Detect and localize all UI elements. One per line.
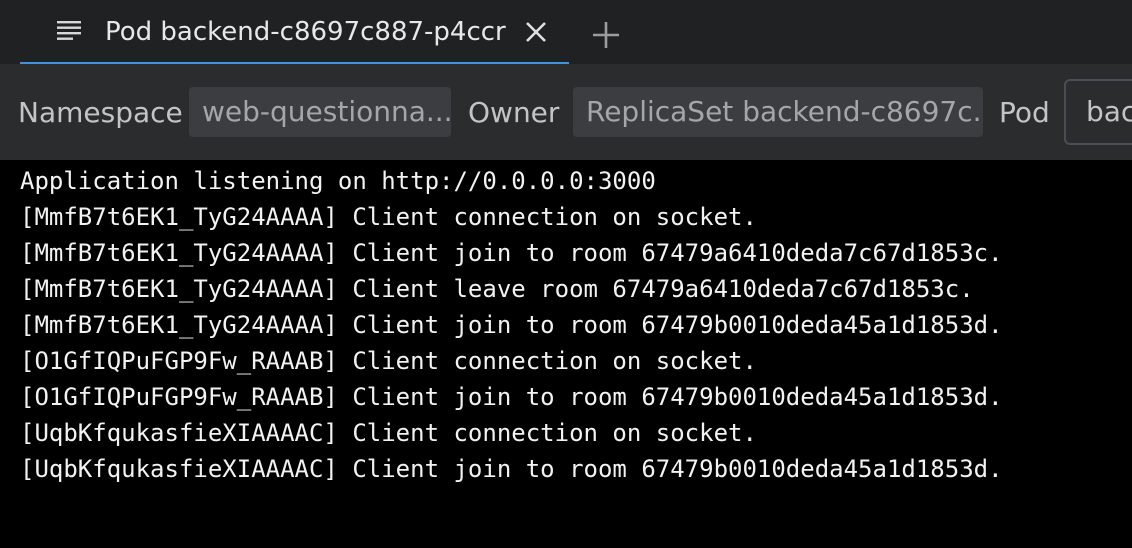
log-line: [O1GfIQPuFGP9Fw_RAAAB] Client connection…: [20, 347, 757, 375]
namespace-field[interactable]: web-questionna...: [189, 87, 451, 137]
log-line: [MmfB7t6EK1_TyG24AAAA] Client connection…: [20, 203, 757, 231]
owner-label: Owner: [468, 96, 560, 129]
pod-label: Pod: [999, 96, 1050, 129]
log-line: [UqbKfqukasfieXIAAAAC] Client connection…: [20, 419, 757, 447]
owner-field[interactable]: ReplicaSet backend-c8697c...: [573, 87, 983, 137]
tab-title[interactable]: Pod backend-c8697c887-p4ccr: [105, 14, 506, 50]
menu-lines-icon[interactable]: [57, 20, 81, 40]
log-output[interactable]: Application listening on http://0.0.0.0:…: [20, 163, 1120, 487]
log-line: [MmfB7t6EK1_TyG24AAAA] Client join to ro…: [20, 311, 1003, 339]
pod-select[interactable]: bac: [1064, 79, 1132, 145]
log-line: [O1GfIQPuFGP9Fw_RAAAB] Client join to ro…: [20, 383, 1003, 411]
log-line: [UqbKfqukasfieXIAAAAC] Client join to ro…: [20, 455, 1003, 483]
tab-pod-logs[interactable]: Pod backend-c8697c887-p4ccr: [20, 0, 569, 64]
tab-bar: Pod backend-c8697c887-p4ccr: [0, 0, 1132, 64]
pod-info-toolbar: Namespace web-questionna... Owner Replic…: [0, 64, 1132, 160]
log-line: [MmfB7t6EK1_TyG24AAAA] Client join to ro…: [20, 239, 1003, 267]
log-line: [MmfB7t6EK1_TyG24AAAA] Client leave room…: [20, 275, 974, 303]
log-line: Application listening on http://0.0.0.0:…: [20, 167, 656, 195]
plus-icon[interactable]: [592, 21, 620, 49]
namespace-label: Namespace: [18, 96, 183, 129]
close-icon[interactable]: [525, 21, 547, 43]
